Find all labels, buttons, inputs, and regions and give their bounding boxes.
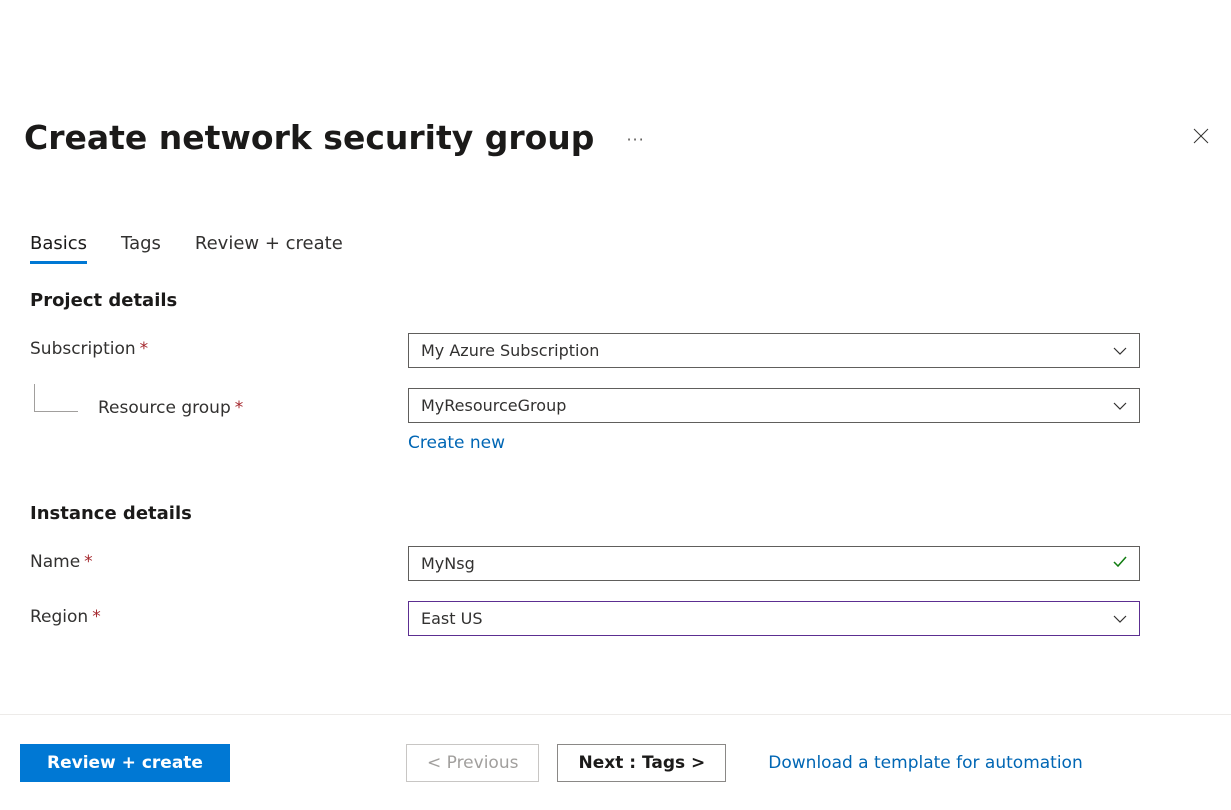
tab-tags[interactable]: Tags bbox=[121, 233, 161, 264]
chevron-down-icon bbox=[1113, 402, 1127, 410]
section-project-details: Project details bbox=[30, 290, 1201, 311]
valid-check-icon bbox=[1112, 554, 1128, 574]
tab-bar: Basics Tags Review + create bbox=[0, 157, 1231, 264]
subscription-select[interactable]: My Azure Subscription bbox=[408, 333, 1140, 368]
download-template-link[interactable]: Download a template for automation bbox=[768, 753, 1082, 773]
chevron-down-icon bbox=[1113, 615, 1127, 623]
review-create-button[interactable]: Review + create bbox=[20, 744, 230, 782]
tree-indent-icon bbox=[34, 384, 78, 412]
resource-group-select[interactable]: MyResourceGroup bbox=[408, 388, 1140, 423]
label-name: Name* bbox=[30, 546, 408, 572]
required-indicator: * bbox=[235, 398, 244, 418]
tab-basics[interactable]: Basics bbox=[30, 233, 87, 264]
label-resource-group: Resource group* bbox=[30, 388, 408, 422]
create-new-resource-group-link[interactable]: Create new bbox=[408, 433, 1140, 453]
close-icon bbox=[1193, 128, 1209, 144]
section-instance-details: Instance details bbox=[30, 503, 1201, 524]
region-select-value: East US bbox=[421, 609, 482, 628]
footer-bar: Review + create < Previous Next : Tags >… bbox=[0, 714, 1231, 810]
required-indicator: * bbox=[84, 552, 93, 572]
required-indicator: * bbox=[140, 339, 149, 359]
required-indicator: * bbox=[92, 607, 101, 627]
tab-review-create[interactable]: Review + create bbox=[195, 233, 343, 264]
label-subscription: Subscription* bbox=[30, 333, 408, 359]
page-title: Create network security group bbox=[24, 118, 594, 157]
name-input[interactable] bbox=[408, 546, 1140, 581]
label-region: Region* bbox=[30, 601, 408, 627]
region-select[interactable]: East US bbox=[408, 601, 1140, 636]
chevron-down-icon bbox=[1113, 347, 1127, 355]
more-actions-icon[interactable]: ··· bbox=[626, 130, 644, 149]
previous-button: < Previous bbox=[406, 744, 540, 782]
subscription-select-value: My Azure Subscription bbox=[421, 341, 599, 360]
next-button[interactable]: Next : Tags > bbox=[557, 744, 726, 782]
close-button[interactable] bbox=[1193, 128, 1213, 148]
resource-group-select-value: MyResourceGroup bbox=[421, 396, 566, 415]
